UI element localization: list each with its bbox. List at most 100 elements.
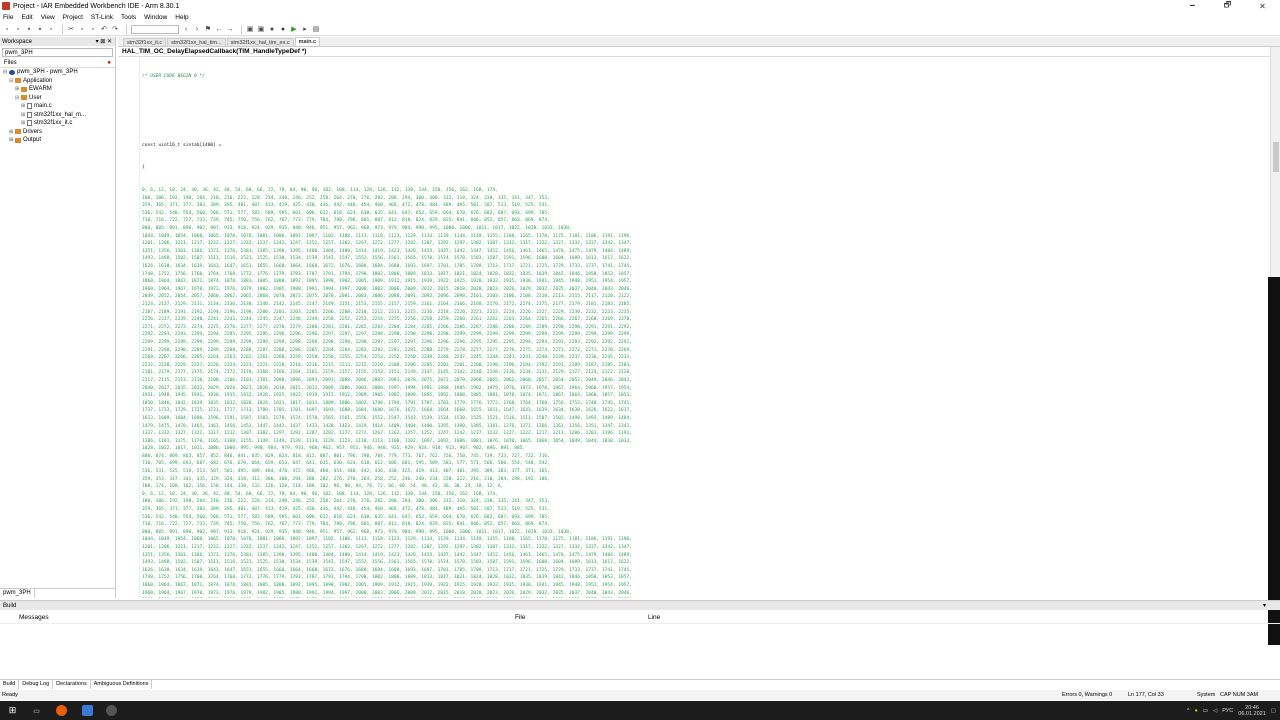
tree-item-ewarm[interactable]: ⊞ EWARM [3,85,115,94]
code-line: 180, 186, 192, 198, 204, 210, 216, 222, … [142,195,550,201]
code-line: 2181, 2179, 2177, 2175, 2174, 2172, 2170… [142,370,633,376]
maximize-icon[interactable]: 🗗 [1210,0,1245,12]
code-line: 880, 874, 869, 863, 857, 852, 846, 841, … [142,453,550,459]
compile-icon[interactable]: ▣ [246,25,254,33]
menu-view[interactable]: View [41,14,55,21]
menu-st-link[interactable]: ST-Link [91,14,113,21]
menu-bar: File Edit View Project ST-Link Tools Win… [0,12,1280,23]
tab-declarations[interactable]: Declarations [53,680,91,689]
code-line: 1737, 1733, 1729, 1725, 1721, 1717, 1713… [142,408,633,414]
tab-debug-log[interactable]: Debug Log [19,680,54,689]
bookmark-icon[interactable]: ⚑ [204,25,212,33]
code-brace: { [142,165,145,171]
code-area[interactable]: /* USER CODE BEGIN 0 */ const uint16_t s… [118,58,1270,598]
breakpoint-icon[interactable]: ● [279,25,287,33]
download-debug-icon[interactable]: ▶ [290,25,298,33]
code-line: 359, 365, 371, 377, 383, 389, 395, 401, … [142,203,550,209]
undo-icon[interactable]: ↶ [100,25,108,33]
network-icon[interactable]: ▭ [1203,708,1208,714]
navigate-forward-icon[interactable]: → [226,25,234,33]
tree-item-it-c[interactable]: ⊞ stm32f1xx_it.c [3,119,115,128]
scroll-thumb[interactable] [1273,142,1279,172]
code-line: 1337, 1332, 1327, 1322, 1317, 1312, 1307… [142,431,633,437]
open-icon[interactable]: ▫ [14,25,22,33]
status-errors: Errors 0, Warnings 0 [1062,692,1113,698]
folder-icon [21,95,27,101]
cut-icon[interactable]: ✂ [67,25,75,33]
function-navigator[interactable]: HAL_TIM_OC_DelayElapsedCallback(TIM_Hand… [118,47,1280,57]
build-columns: Messages File Line [0,610,1280,624]
find-previous-icon[interactable]: ‹ [182,25,190,33]
tree-item-output[interactable]: ⊞ Output [3,136,115,145]
tab-hal-tim[interactable]: stm32f1xx_hal_tim... [167,38,226,46]
app-icon [2,2,10,10]
save-all-icon[interactable]: ▪ [36,25,44,33]
file-tree: ⊟ pwm_3PH - pwm_3PH ⊟ Application ⊞ EWARM ⊟… [0,68,115,145]
title-bar: Project - IAR Embedded Workbench IDE - A… [0,0,1280,12]
new-file-icon[interactable]: ▫ [3,25,11,33]
toolbar: ▫ ▫ ▪ ▪ ▫ ✂ ▫ ▫ ↶ ↷ ‹ › ⚑ ← → ▣ ▣ ● ● ▶ … [0,23,1280,36]
menu-window[interactable]: Window [144,14,167,21]
toolbar-separator [241,24,242,34]
tree-item-application[interactable]: ⊟ Application [3,77,115,86]
code-line: 0, 6, 12, 18, 24, 30, 36, 42, 48, 54, 60… [142,188,498,194]
menu-edit[interactable]: Edit [21,14,32,21]
menu-help[interactable]: Help [175,14,188,21]
redo-icon[interactable]: ↷ [111,25,119,33]
code-line: 2271, 2272, 2273, 2274, 2275, 2276, 2277… [142,324,633,330]
files-label: Files [4,60,17,66]
save-icon[interactable]: ▪ [25,25,33,33]
build-menu-icon[interactable]: ▾ [1263,602,1266,609]
tab-stm32f1xx-it[interactable]: stm32f1xx_it.c [123,38,167,46]
windows-start-icon[interactable]: ⊞ [7,705,18,716]
paste-icon[interactable]: ▫ [89,25,97,33]
workspace-tab[interactable]: pwm_3PH [0,589,35,598]
column-messages[interactable]: Messages [19,614,49,621]
line-gutter[interactable] [118,58,140,598]
task-view-icon[interactable]: ▭ [31,705,42,716]
menu-tools[interactable]: Tools [121,14,136,21]
folder-icon [21,86,27,92]
navigate-back-icon[interactable]: ← [215,25,223,33]
stop-build-icon[interactable]: ● [268,25,276,33]
workspace-controls[interactable]: ▾ ⊠ ✕ [96,38,112,45]
tool-icon[interactable]: ▤ [312,25,320,33]
status-dot-icon: ● [107,60,111,66]
find-next-icon[interactable]: › [193,25,201,33]
iar-workbench-icon[interactable] [82,705,93,716]
tray-app-icon[interactable]: ● [1194,708,1197,714]
menu-file[interactable]: File [3,14,13,21]
language-indicator[interactable]: РУС [1222,708,1233,714]
volume-icon[interactable]: ◁ [1213,708,1217,714]
tree-item-project[interactable]: ⊟ pwm_3PH - pwm_3PH [3,68,115,77]
tree-item-user[interactable]: ⊟ User [3,94,115,103]
tab-hal-tim-ex[interactable]: stm32f1xx_hal_tim_ex.c [226,38,294,46]
make-icon[interactable]: ▣ [257,25,265,33]
editor-panel: stm32f1xx_it.c stm32f1xx_hal_tim... stm3… [118,37,1280,598]
code-text[interactable]: /* USER CODE BEGIN 0 */ const uint16_t s… [142,58,1266,598]
minimize-icon[interactable]: 🗕 [1175,0,1210,12]
tree-item-main-c[interactable]: ⊞ main.c [3,102,115,111]
column-file[interactable]: File [515,614,525,621]
code-line: 536, 542, 548, 554, 560, 566, 571, 577, … [142,210,550,216]
column-line[interactable]: Line [648,614,660,621]
clock[interactable]: 20:46 06.01.2021 [1238,705,1266,717]
file-icon [27,103,32,110]
print-icon[interactable]: ▫ [47,25,55,33]
tree-item-drivers[interactable]: ⊞ Drivers [3,128,115,137]
tab-main-c[interactable]: main.c [294,37,321,46]
copy-icon[interactable]: ▫ [78,25,86,33]
firefox-icon[interactable] [56,705,67,716]
debug-without-download-icon[interactable]: ▸ [301,25,309,33]
configuration-select[interactable]: pwm_3PH [2,48,113,57]
menu-project[interactable]: Project [63,14,83,21]
notifications-icon[interactable]: ▢ [1271,708,1276,714]
close-icon[interactable]: ✕ [1245,0,1280,12]
obs-icon[interactable] [106,705,117,716]
tab-build[interactable]: Build [0,680,20,689]
tree-item-hal-msp[interactable]: ⊞ stm32f1xx_hal_m... [3,111,115,120]
find-combo[interactable] [131,24,179,34]
tray-up-icon[interactable]: ^ [1187,708,1190,714]
tab-ambiguous-definitions[interactable]: Ambiguous Definitions [91,680,153,689]
